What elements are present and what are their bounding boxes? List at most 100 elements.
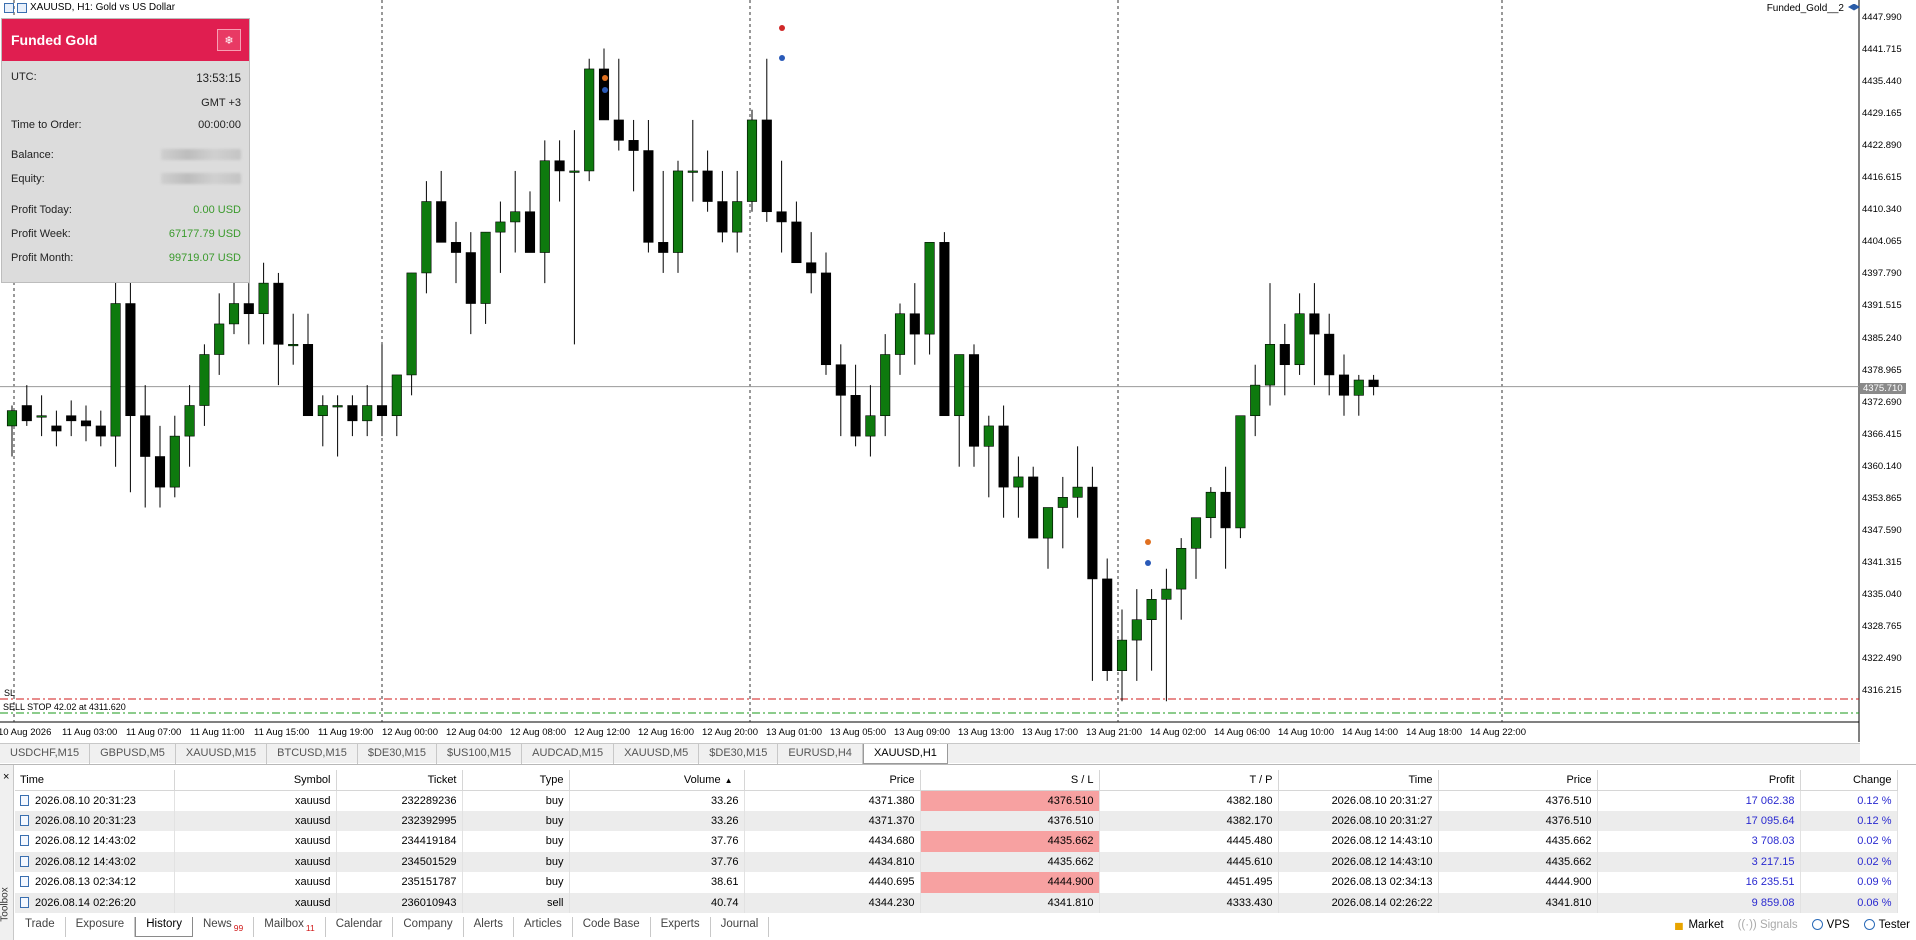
toolbox-tab-history[interactable]: History [135, 917, 193, 937]
history-row[interactable]: 2026.08.10 20:31:23 xauusd 232289236 buy 33.… [15, 790, 1898, 811]
cell-value: xauusd [295, 855, 331, 868]
bearish-candle [465, 252, 476, 304]
history-column-header[interactable]: Volume ▲ [569, 770, 745, 791]
toolbox-tab-exposure[interactable]: Exposure [66, 917, 136, 937]
price-axis-label: 4366.415 [1862, 428, 1902, 440]
snowflake-settings-icon[interactable]: ❄ [217, 29, 241, 51]
chart-tab[interactable]: BTCUSD,M15 [267, 744, 358, 764]
toolbox-tab-company[interactable]: Company [393, 917, 464, 937]
history-cell: xauusd [174, 831, 337, 852]
gmt-row: GMT +3 [11, 97, 241, 109]
chart-tab[interactable]: $DE30,M15 [699, 744, 779, 764]
price-axis-label: 4335.040 [1862, 588, 1902, 600]
price-axis-label: 4372.690 [1862, 396, 1902, 408]
chart-tab[interactable]: EURUSD,H4 [778, 744, 863, 764]
history-row[interactable]: 2026.08.12 14:43:02 xauusd 234501529 buy 37.… [15, 851, 1898, 872]
chart-tab[interactable]: XAUUSD,H1 [862, 744, 948, 764]
tab-label: Articles [524, 918, 562, 930]
chart-tab[interactable]: AUDCAD,M15 [522, 744, 615, 764]
profit-month-value: 99719.07 USD [168, 252, 241, 264]
history-column-header[interactable]: Change [1800, 770, 1898, 791]
history-column-header[interactable]: Ticket [336, 770, 463, 791]
history-cell: 2026.08.12 14:43:02 [15, 831, 175, 852]
history-cell: 2026.08.12 14:43:10 [1278, 851, 1439, 872]
expert-advisor-label[interactable]: Funded_Gold__2 [1767, 3, 1860, 14]
history-row[interactable]: 2026.08.10 20:31:23 xauusd 232392995 buy 33.… [15, 810, 1898, 831]
column-header-label: T / P [1249, 773, 1273, 786]
chart-tab[interactable]: XAUUSD,M15 [176, 744, 268, 764]
chart-menu-icon[interactable] [4, 2, 14, 13]
toolbox-tab-experts[interactable]: Experts [651, 917, 711, 937]
history-column-header[interactable]: T / P [1099, 770, 1279, 791]
vps-button[interactable]: VPS [1811, 919, 1850, 931]
cell-value: 33.26 [710, 814, 739, 827]
funded-gold-panel: Funded Gold ❄ UTC: 13:53:15 GMT +3 Time … [1, 18, 250, 283]
chart-tab[interactable]: XAUUSD,M5 [614, 744, 700, 764]
candlestick-chart[interactable] [0, 0, 1916, 742]
history-column-header[interactable]: Type [462, 770, 570, 791]
history-row[interactable]: 2026.08.13 02:34:12 xauusd 235151787 buy 38.… [15, 872, 1898, 893]
chart-area[interactable]: XAUUSD, H1: Gold vs US Dollar Funded_Gol… [0, 0, 1916, 742]
toolbox-tab-mailbox[interactable]: Mailbox 11 [254, 917, 326, 937]
cell-value: 2026.08.12 14:43:02 [35, 855, 136, 868]
history-column-header[interactable]: Time [1278, 770, 1439, 791]
history-column-header[interactable]: Symbol [174, 770, 337, 791]
bearish-candle [702, 170, 713, 202]
chart-trade-icon[interactable] [17, 2, 27, 13]
time-axis-label: 13 Aug 17:00 [1022, 727, 1078, 738]
close-icon[interactable]: × [3, 771, 9, 783]
history-cell: buy [462, 831, 570, 852]
toolbox-tab-code-base[interactable]: Code Base [573, 917, 651, 937]
toolbox-tab-articles[interactable]: Articles [514, 917, 573, 937]
cell-value: buy [545, 855, 564, 868]
tester-button[interactable]: Tester [1863, 919, 1910, 931]
time-to-order-value: 00:00:00 [198, 119, 241, 131]
tab-label: Calendar [335, 918, 383, 930]
history-cell: 4376.510 [920, 790, 1100, 811]
history-row[interactable]: 2026.08.14 02:26:20 xauusd 236010943 sell 40… [15, 892, 1898, 913]
history-column-header[interactable]: Price [744, 770, 921, 791]
profit-week-row: Profit Week: 67177.79 USD [11, 228, 241, 240]
deal-document-icon [20, 855, 29, 867]
chart-tab[interactable]: GBPUSD,M5 [90, 744, 176, 764]
price-axis-label: 4341.315 [1862, 556, 1902, 568]
price-axis-label: 4404.065 [1862, 236, 1902, 248]
cell-value: 17 095.64 [1745, 814, 1795, 827]
chart-tab[interactable]: $US100,M15 [437, 744, 523, 764]
toolbox-tab-trade[interactable]: Trade [15, 917, 66, 937]
history-column-header[interactable]: Profit [1597, 770, 1801, 791]
deal-document-icon [20, 814, 29, 826]
history-column-header[interactable]: Time [15, 770, 175, 791]
history-column-header[interactable]: Price [1438, 770, 1598, 791]
tab-label: Mailbox [264, 918, 304, 930]
toolbox-tab-calendar[interactable]: Calendar [326, 917, 394, 937]
cell-value: 4376.510 [1047, 814, 1094, 827]
signals-button[interactable]: ((·)) Signals [1738, 919, 1798, 931]
history-cell: 2026.08.14 02:26:20 [15, 892, 175, 913]
bearish-candle [717, 201, 728, 233]
bullish-candle [480, 231, 491, 304]
history-cell: 4344.230 [744, 892, 921, 913]
bullish-candle [406, 272, 417, 376]
chart-tab[interactable]: $DE30,M15 [358, 744, 437, 764]
deal-document-icon [20, 794, 29, 806]
profit-week-label: Profit Week: [11, 228, 71, 240]
history-cell: 4445.480 [1099, 831, 1279, 852]
cell-value: 234419184 [401, 835, 457, 848]
cell-value: 3 708.03 [1751, 835, 1795, 848]
deal-document-icon [20, 896, 29, 908]
panel-header: Funded Gold ❄ [2, 19, 249, 61]
history-column-header[interactable]: S / L [920, 770, 1100, 791]
toolbox-tab-news[interactable]: News 99 [193, 917, 255, 937]
history-cell: 4435.662 [1438, 851, 1598, 872]
history-row[interactable]: 2026.08.12 14:43:02 xauusd 234419184 buy 37.… [15, 831, 1898, 852]
bearish-candle [347, 405, 358, 422]
cell-value: 4444.900 [1047, 876, 1094, 889]
bearish-candle [125, 303, 136, 417]
chart-tab[interactable]: USDCHF,M15 [0, 744, 91, 764]
toolbox-tab-journal[interactable]: Journal [711, 917, 770, 937]
market-button[interactable]: Market [1673, 919, 1724, 931]
bullish-candle [199, 354, 210, 406]
toolbox-tab-alerts[interactable]: Alerts [464, 917, 514, 937]
bearish-candle [1324, 333, 1335, 376]
